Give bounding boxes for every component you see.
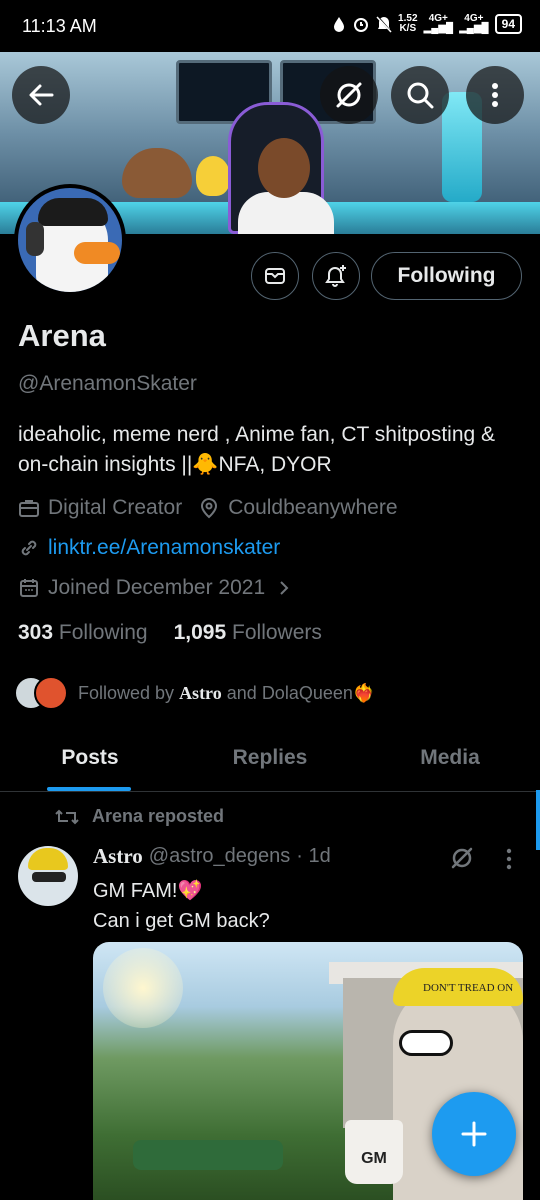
tab-media[interactable]: Media	[360, 730, 540, 791]
avatar-hair	[38, 198, 108, 226]
alarm-icon	[354, 18, 369, 32]
post-header: Astro @astro_degens · 1d	[93, 844, 331, 869]
signal-1: 4G+ ▂▄▆█	[423, 13, 454, 34]
status-bar: 11:13 AM 1.52 K/S 4G+ ▂▄▆█ 4G+ ▂▄▆█ 94	[0, 0, 540, 52]
follow-counts: 303 Following 1,095 Followers	[18, 621, 322, 645]
avatar-glasses	[32, 872, 66, 882]
status-icons: 1.52 K/S 4G+ ▂▄▆█ 4G+ ▂▄▆█ 94	[332, 14, 522, 34]
more-button[interactable]	[466, 66, 524, 124]
battery-indicator: 94	[494, 14, 522, 34]
banner-character-shirt	[238, 192, 334, 234]
grok-icon[interactable]	[450, 846, 474, 870]
signal-2: 4G+ ▂▄▆█	[459, 13, 489, 34]
tab-posts[interactable]: Posts	[0, 730, 180, 791]
briefcase-icon	[19, 500, 39, 517]
data-saver-icon	[334, 17, 345, 32]
search-button[interactable]	[391, 66, 449, 124]
profile-joined: Joined December 2021	[48, 576, 266, 599]
network-speed: 1.52 K/S	[398, 13, 418, 34]
link-icon	[21, 540, 37, 556]
grok-button[interactable]	[320, 66, 378, 124]
repost-icon	[55, 809, 79, 824]
mute-bell-icon	[376, 15, 392, 33]
profile-location: Couldbeanywhere	[228, 496, 398, 519]
profile-bio: ideaholic, meme nerd , Anime fan, CT shi…	[18, 423, 496, 476]
notification-bell-icon	[325, 265, 346, 287]
image-sunglasses	[399, 1030, 453, 1056]
chevron-right-icon	[280, 581, 289, 595]
post-author-handle[interactable]: @astro_degens	[149, 845, 291, 868]
banner-duck	[196, 156, 230, 196]
followers-count-link[interactable]: 1,095 Followers	[174, 621, 322, 645]
profile-meta-row: Digital Creator Couldbeanywhere	[18, 496, 398, 520]
profile-link-row: linktr.ee/Arenamonskater	[18, 536, 280, 560]
post-time: · 1d	[296, 845, 331, 867]
calendar-icon	[20, 579, 38, 597]
avatar-bill	[74, 242, 120, 264]
image-mug: GM	[345, 1120, 403, 1184]
compose-button[interactable]	[432, 1092, 516, 1176]
repost-indicator: Arena reposted	[54, 806, 224, 827]
following-button[interactable]: Following	[371, 252, 522, 300]
image-toy-train	[133, 1140, 283, 1170]
followed-by-row[interactable]: Followed by Astro and DolaQueen❤️‍🔥	[14, 676, 375, 710]
location-pin-icon	[201, 497, 218, 519]
status-time: 11:13 AM	[22, 16, 97, 36]
scrollbar[interactable]	[536, 790, 540, 850]
profile-name: Arena	[18, 318, 106, 353]
following-count-link[interactable]: 303 Following	[18, 621, 148, 645]
avatar-headphones	[26, 222, 44, 256]
message-button[interactable]	[251, 252, 299, 300]
message-icon	[265, 268, 285, 284]
banner-character-face	[258, 138, 310, 198]
banner-capybara	[122, 148, 192, 198]
back-arrow-icon	[29, 84, 54, 106]
back-button[interactable]	[12, 66, 70, 124]
grok-icon	[336, 82, 362, 108]
tab-replies[interactable]: Replies	[180, 730, 360, 791]
notification-button[interactable]	[312, 252, 360, 300]
profile-link[interactable]: linktr.ee/Arenamonskater	[48, 536, 280, 560]
post-author-name[interactable]: Astro	[93, 844, 143, 869]
profile-tabs: Posts Replies Media	[0, 730, 540, 792]
image-bandana: DON'T TREAD ON	[393, 968, 523, 1006]
post-author-avatar[interactable]	[18, 846, 78, 906]
post-more-icon[interactable]	[506, 848, 512, 870]
profile-avatar[interactable]	[14, 184, 126, 296]
search-icon	[407, 82, 434, 109]
plus-icon	[461, 1121, 487, 1147]
more-vertical-icon	[492, 83, 498, 107]
image-sun	[103, 948, 183, 1028]
avatar	[34, 676, 68, 710]
avatar-hat	[28, 848, 68, 870]
profile-handle: @ArenamonSkater	[18, 372, 197, 395]
profile-category: Digital Creator	[48, 496, 183, 519]
profile-joined-row[interactable]: Joined December 2021	[18, 576, 299, 600]
post-text: GM FAM!💖 Can i get GM back?	[93, 880, 270, 932]
